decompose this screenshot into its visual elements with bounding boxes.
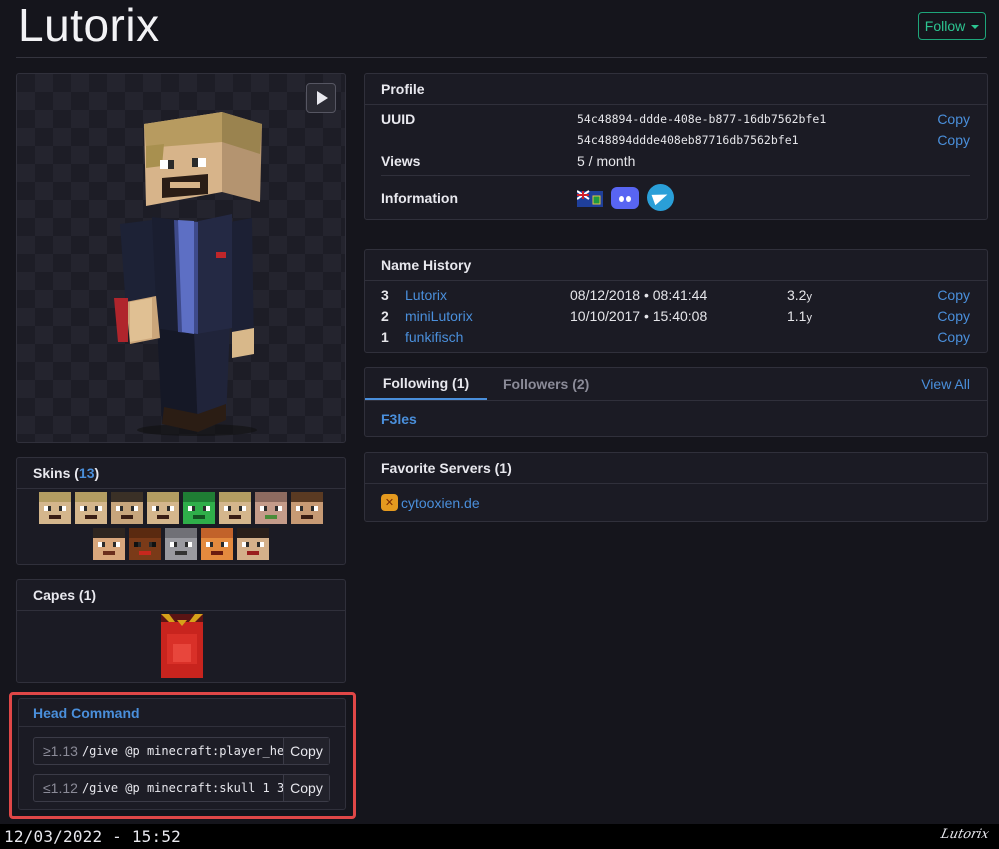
history-age-value: 1.1 — [787, 308, 807, 324]
skin-thumbnail[interactable] — [93, 528, 125, 560]
following-user-link[interactable]: F3les — [381, 411, 417, 427]
server-icon: ✕ — [381, 494, 398, 511]
cape-image[interactable] — [161, 614, 203, 678]
information-label: Information — [381, 190, 458, 206]
social-tabs: Following (1) Followers (2) View All — [365, 368, 987, 401]
tab-following[interactable]: Following (1) — [365, 368, 487, 400]
highlight-box — [9, 692, 356, 819]
skin-thumbnail[interactable] — [255, 492, 287, 524]
signature-logo: Lutorix — [939, 827, 991, 842]
capes-card: Capes (1) — [16, 579, 346, 683]
copy-name-link[interactable]: Copy — [937, 287, 970, 303]
uuid-label: UUID — [381, 111, 416, 127]
play-animation-button[interactable] — [306, 83, 336, 113]
skins-grid — [17, 489, 345, 563]
discord-icon[interactable] — [611, 186, 639, 209]
name-history-header: Name History — [365, 250, 987, 281]
skin-thumbnail[interactable] — [237, 528, 269, 560]
footer-timestamp: 12/03/2022 - 15:52 — [4, 827, 181, 846]
history-number: 2 — [381, 308, 389, 324]
profile-divider — [381, 175, 970, 176]
skin-thumbnail[interactable] — [39, 492, 71, 524]
follow-button[interactable]: Follow — [918, 12, 986, 40]
copy-name-link[interactable]: Copy — [937, 308, 970, 324]
history-name-link[interactable]: Lutorix — [405, 287, 447, 303]
skin-thumbnail[interactable] — [75, 492, 107, 524]
skins-header: Skins (13) — [17, 458, 345, 489]
play-icon — [317, 91, 328, 105]
history-date: 08/12/2018 • 08:41:44 — [570, 287, 708, 303]
player-name-title: Lutorix — [18, 0, 160, 51]
history-name-link[interactable]: miniLutorix — [405, 308, 473, 324]
capes-header: Capes (1) — [17, 580, 345, 611]
views-label: Views — [381, 153, 421, 169]
social-card: Following (1) Followers (2) View All F3l… — [364, 367, 988, 437]
british-virgin-islands-flag-icon[interactable] — [577, 187, 603, 209]
history-name-link[interactable]: funkifisch — [405, 329, 463, 345]
skin-thumbnail[interactable] — [183, 492, 215, 524]
information-icons — [577, 184, 674, 211]
follow-label: Follow — [924, 18, 966, 34]
copy-uuid-plain-link[interactable]: Copy — [937, 132, 970, 148]
history-date: 10/10/2017 • 15:40:08 — [570, 308, 708, 324]
name-history-row: 1 funkifisch Copy — [365, 329, 987, 347]
view-all-link[interactable]: View All — [921, 376, 970, 392]
copy-uuid-dashed-link[interactable]: Copy — [937, 111, 970, 127]
skin-thumbnail[interactable] — [111, 492, 143, 524]
server-list-item[interactable]: ✕ cytooxien.de — [381, 494, 480, 511]
tab-followers[interactable]: Followers (2) — [503, 368, 589, 400]
skin-thumbnail[interactable] — [147, 492, 179, 524]
uuid-plain-value: 54c48894ddde408eb87716db7562bfe1 — [577, 133, 799, 147]
views-value: 5 / month — [577, 153, 636, 169]
copy-name-link[interactable]: Copy — [937, 329, 970, 345]
chevron-down-icon — [971, 25, 980, 29]
history-age: 3.2y — [787, 287, 812, 303]
skin-thumbnail[interactable] — [219, 492, 251, 524]
favorite-servers-header: Favorite Servers (1) — [365, 453, 987, 484]
skin-viewer[interactable] — [16, 73, 346, 443]
skins-count[interactable]: 13 — [79, 465, 95, 481]
server-name-link[interactable]: cytooxien.de — [401, 495, 480, 511]
favorite-servers-card: Favorite Servers (1) ✕ cytooxien.de — [364, 452, 988, 522]
skin-thumbnail[interactable] — [165, 528, 197, 560]
footer-bar: 12/03/2022 - 15:52 Lutorix — [0, 824, 999, 849]
skins-title-suffix: ) — [94, 465, 100, 481]
profile-card: Profile UUID 54c48894-ddde-408e-b877-16d… — [364, 73, 988, 220]
profile-header: Profile — [365, 74, 987, 105]
name-history-row: 3 Lutorix 08/12/2018 • 08:41:44 3.2y Cop… — [365, 287, 987, 305]
uuid-dashed-value: 54c48894-ddde-408e-b877-16db7562bfe1 — [577, 112, 827, 126]
history-age: 1.1y — [787, 308, 812, 324]
header-divider — [16, 57, 987, 58]
skin-thumbnail[interactable] — [129, 528, 161, 560]
history-age-value: 3.2 — [787, 287, 807, 303]
name-history-row: 2 miniLutorix 10/10/2017 • 15:40:08 1.1y… — [365, 308, 987, 326]
skins-title: Skins ( — [33, 465, 79, 481]
skin-thumbnail[interactable] — [291, 492, 323, 524]
history-age-unit: y — [806, 291, 812, 303]
player-skin-render — [114, 112, 262, 436]
skin-thumbnail[interactable] — [201, 528, 233, 560]
history-number: 3 — [381, 287, 389, 303]
history-age-unit: y — [806, 312, 812, 324]
skins-card: Skins (13) — [16, 457, 346, 565]
name-history-card: Name History 3 Lutorix 08/12/2018 • 08:4… — [364, 249, 988, 353]
telegram-icon[interactable] — [647, 184, 674, 211]
history-number: 1 — [381, 329, 389, 345]
